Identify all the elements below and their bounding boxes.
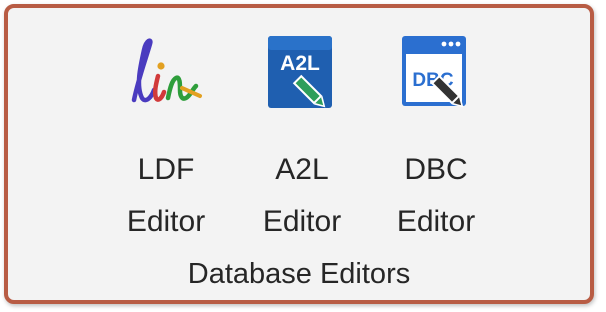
a2l-editor-button[interactable]: A2L A2L Editor <box>232 16 372 242</box>
a2l-icon-text: A2L <box>280 52 320 75</box>
ribbon-group-database-editors: LDF Editor A2L A2L Editor DBC DBC Editor… <box>4 4 594 304</box>
a2l-edit-icon: A2L <box>268 36 332 108</box>
dbc-line1: DBC <box>404 153 468 186</box>
dbc-edit-icon: DBC <box>402 36 466 108</box>
group-label: Database Editors <box>187 258 411 290</box>
ldf-line1: LDF <box>137 153 195 186</box>
lin-icon <box>131 38 202 103</box>
ldf-editor-button[interactable]: LDF Editor <box>96 16 236 242</box>
dbc-line2: Editor <box>396 205 476 238</box>
ldf-line2: Editor <box>126 205 206 238</box>
a2l-line1: A2L <box>275 153 329 186</box>
dbc-editor-button[interactable]: DBC DBC Editor <box>366 16 506 242</box>
a2l-line2: Editor <box>262 205 342 238</box>
